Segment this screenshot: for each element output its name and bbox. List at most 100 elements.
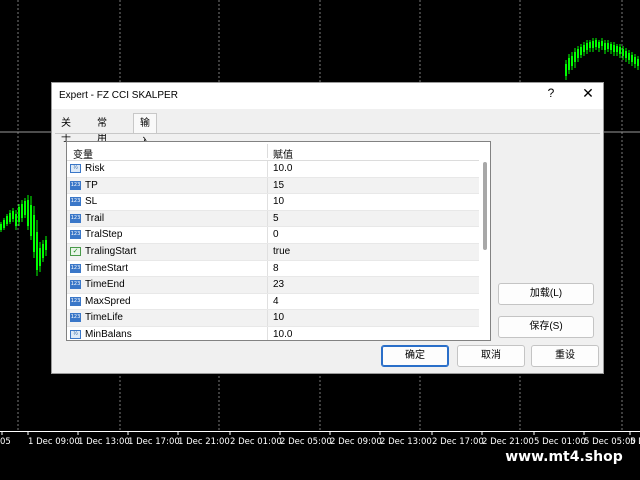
candle-body — [568, 58, 570, 70]
candle-body — [18, 207, 20, 222]
tab-inputs[interactable]: 输入参数 — [133, 113, 157, 186]
candle-body — [634, 57, 636, 64]
param-row-tp[interactable]: 123 TP 15 — [67, 177, 479, 195]
candle-body — [21, 204, 23, 218]
param-value[interactable]: 8 — [273, 263, 279, 274]
time-axis-label: 2 Dec 13:00 — [380, 437, 432, 447]
time-axis-label: 05 — [0, 437, 11, 447]
cell-divider — [267, 177, 268, 194]
param-name: TralStep — [85, 229, 123, 241]
candle-body — [625, 51, 627, 58]
param-value[interactable]: 10 — [273, 196, 284, 207]
help-button[interactable]: ? — [543, 86, 559, 100]
candle-body — [604, 43, 606, 50]
candle-body — [15, 214, 17, 226]
boolean-type-icon: ✓ — [70, 246, 81, 256]
save-button[interactable]: 保存(S) — [498, 316, 594, 338]
param-row-tralstep[interactable]: 123 TralStep 0 — [67, 227, 479, 244]
time-axis-label: 2 Dec 05:00 — [280, 437, 332, 447]
cell-divider — [267, 161, 268, 177]
time-axis-label: 1 Dec 21:00 — [178, 437, 230, 447]
time-axis-label: 5 Dec — [630, 437, 640, 447]
integer-type-icon: 123 — [70, 296, 81, 306]
cell-divider — [267, 243, 268, 260]
param-value[interactable]: 0 — [273, 229, 279, 240]
param-value[interactable]: 23 — [273, 279, 284, 290]
candle-body — [589, 42, 591, 48]
candle-body — [631, 55, 633, 62]
scrollbar-thumb[interactable] — [483, 162, 487, 250]
param-row-sl[interactable]: 123 SL 10 — [67, 194, 479, 211]
param-row-trail[interactable]: 123 Trail 5 — [67, 210, 479, 228]
param-value[interactable]: 5 — [273, 213, 279, 224]
integer-type-icon: 123 — [70, 197, 81, 207]
watermark: www.mt4.shop — [497, 444, 631, 470]
candle-body — [628, 53, 630, 60]
cell-divider — [267, 194, 268, 210]
reset-button[interactable]: 重设 — [531, 345, 599, 367]
candle-body — [601, 41, 603, 46]
candle-body — [607, 43, 609, 49]
cancel-button[interactable]: 取消 — [457, 345, 525, 367]
column-value[interactable]: 赋值 — [273, 146, 293, 161]
dialog-title: Expert - FZ CCI SKALPER — [59, 90, 178, 101]
integer-type-icon: 123 — [70, 280, 81, 290]
candle-body — [610, 44, 612, 50]
param-row-timeend[interactable]: 123 TimeEnd 23 — [67, 277, 479, 294]
load-button[interactable]: 加载(L) — [498, 283, 594, 305]
candle-body — [616, 46, 618, 52]
column-variable[interactable]: 变量 — [73, 146, 93, 161]
candle-body — [595, 40, 597, 47]
candle-body — [598, 42, 600, 48]
candle-body — [42, 244, 44, 258]
time-axis-label: 1 Dec 17:00 — [128, 437, 180, 447]
ok-button[interactable]: 确定 — [381, 345, 449, 367]
candle-body — [27, 200, 29, 226]
param-name: SL — [85, 196, 98, 208]
tab-about[interactable]: 关于 — [55, 116, 77, 144]
param-name: TimeEnd — [85, 279, 125, 291]
param-row-timestart[interactable]: 123 TimeStart 8 — [67, 260, 479, 278]
double-type-icon: ½ — [70, 329, 81, 339]
dialog-titlebar[interactable]: Expert - FZ CCI SKALPER ? ✕ — [52, 83, 603, 109]
candle-body — [592, 41, 594, 48]
close-button[interactable]: ✕ — [579, 85, 597, 102]
candle-body — [619, 47, 621, 54]
grid-scrollbar[interactable] — [481, 142, 490, 340]
param-value[interactable]: true — [273, 246, 290, 257]
grid-rows: ½ Risk 10.0 123 TP 15 123 SL 10 123 Trail 5 123 TralS… — [67, 161, 479, 340]
param-value[interactable]: 15 — [273, 180, 284, 191]
param-value[interactable]: 10.0 — [273, 163, 292, 174]
param-row-maxspred[interactable]: 123 MaxSpred 4 — [67, 293, 479, 311]
param-name: TimeStart — [85, 262, 128, 274]
time-axis-label: 1 Dec 13:00 — [78, 437, 130, 447]
tab-divider — [55, 133, 600, 134]
candle-body — [3, 220, 5, 228]
candle-body — [24, 201, 26, 215]
param-row-tralingstart[interactable]: ✓ TralingStart true — [67, 243, 479, 261]
integer-type-icon: 123 — [70, 263, 81, 273]
param-row-risk[interactable]: ½ Risk 10.0 — [67, 161, 479, 178]
candle-body — [39, 248, 41, 266]
grid-header: 变量 赋值 — [67, 142, 479, 161]
cell-divider — [267, 210, 268, 227]
param-row-timelife[interactable]: 123 TimeLife 10 — [67, 310, 479, 327]
column-divider[interactable] — [267, 144, 268, 158]
candle-body — [33, 215, 35, 252]
time-axis-label: 2 Dec 09:00 — [330, 437, 382, 447]
double-type-icon: ½ — [70, 164, 81, 173]
expert-dialog: Expert - FZ CCI SKALPER ? ✕ 关于 常用 输入参数 变… — [51, 82, 604, 374]
param-name: TralingStart — [85, 245, 137, 257]
candle-body — [583, 45, 585, 52]
candle-body — [30, 205, 32, 236]
param-value[interactable]: 4 — [273, 296, 279, 307]
cell-divider — [267, 326, 268, 340]
param-name: Trail — [85, 212, 105, 224]
candle-body — [12, 211, 14, 219]
candle-body — [613, 45, 615, 52]
tab-common[interactable]: 常用 — [91, 116, 113, 144]
param-row-minbalans[interactable]: ½ MinBalans 10.0 — [67, 326, 479, 340]
candle-body — [574, 52, 576, 62]
param-value[interactable]: 10.0 — [273, 329, 292, 340]
param-value[interactable]: 10 — [273, 312, 284, 323]
